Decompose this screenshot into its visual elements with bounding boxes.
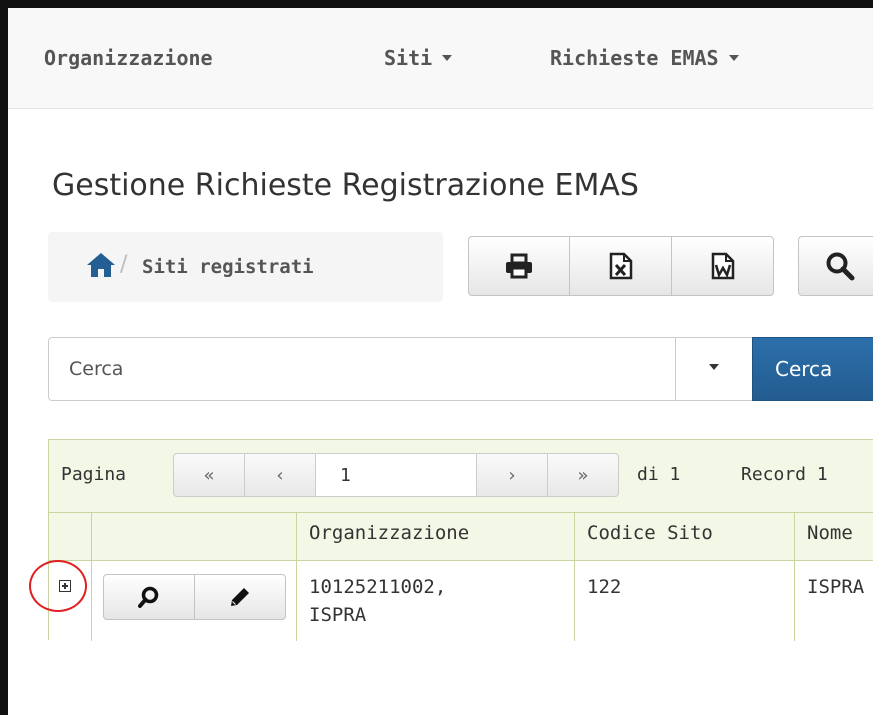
print-icon [506,253,532,279]
column-header-organizzazione[interactable]: Organizzazione [309,522,469,544]
nav-siti-label: Siti [384,46,433,70]
first-page-button[interactable]: « [173,453,245,497]
page-title: Gestione Richieste Registrazione EMAS [52,168,639,203]
column-header-codice-sito[interactable]: Codice Sito [587,522,713,544]
edit-row-button[interactable] [194,574,286,620]
cell-nome: ISPRA [807,576,865,598]
search-input[interactable] [48,337,676,401]
chevron-down-icon [442,54,453,61]
column-header-nome[interactable]: Nome [807,522,853,544]
next-page-button[interactable]: › [476,453,548,497]
grid-divider [49,512,873,513]
breadcrumb: / Siti registrati [48,232,443,302]
search-icon [138,586,159,608]
highlight-circle [29,560,87,612]
grid-column-divider [574,512,575,641]
top-navbar: Organizzazione Siti Richieste EMAS [8,8,873,109]
grid-column-divider [296,512,297,641]
cell-organizzazione-line1: 10125211002, [309,576,447,598]
last-page-button[interactable]: » [547,453,619,497]
grid-column-divider [794,512,795,641]
window-frame-left [0,0,8,715]
prev-page-button[interactable]: ‹ [244,453,316,497]
export-excel-button[interactable] [569,236,672,296]
search-button[interactable]: Cerca [752,337,873,401]
pager: Pagina « ‹ › » di 1 Record 1 [49,440,873,512]
export-button-group [468,236,774,298]
caret-down-icon [709,364,719,370]
window-frame-top [0,0,873,8]
home-icon[interactable] [86,252,116,282]
grid-column-divider [91,512,92,641]
cell-organizzazione-line2: ISPRA [309,604,367,626]
cell-codice-sito: 122 [587,576,622,598]
search-toggle-button[interactable] [798,236,873,296]
chevron-down-icon [728,54,739,61]
nav-organizzazione-label: Organizzazione [44,46,213,70]
app-window: Organizzazione Siti Richieste EMAS Gesti… [8,8,873,715]
export-word-button[interactable] [671,236,774,296]
search-icon [826,252,855,281]
records-label: Record 1 [741,464,828,485]
print-button[interactable] [468,236,570,296]
pager-label: Pagina [61,464,127,485]
search-options-dropdown[interactable] [675,337,753,401]
total-pages-label: di 1 [637,464,681,485]
grid-divider [49,560,873,561]
nav-richieste-emas-dropdown[interactable]: Richieste EMAS [550,46,739,70]
breadcrumb-current: Siti registrati [142,256,314,278]
excel-file-icon [609,252,632,280]
word-file-icon [711,252,734,280]
nav-siti-dropdown[interactable]: Siti [384,46,453,70]
nav-organizzazione[interactable]: Organizzazione [44,46,213,70]
results-grid: Pagina « ‹ › » di 1 Record 1 Organizzazi… [29,439,873,641]
view-row-button[interactable] [103,574,195,620]
page-number-input[interactable] [315,453,477,497]
breadcrumb-separator: / [120,252,128,277]
pencil-icon [231,588,249,606]
nav-richieste-emas-label: Richieste EMAS [550,46,719,70]
